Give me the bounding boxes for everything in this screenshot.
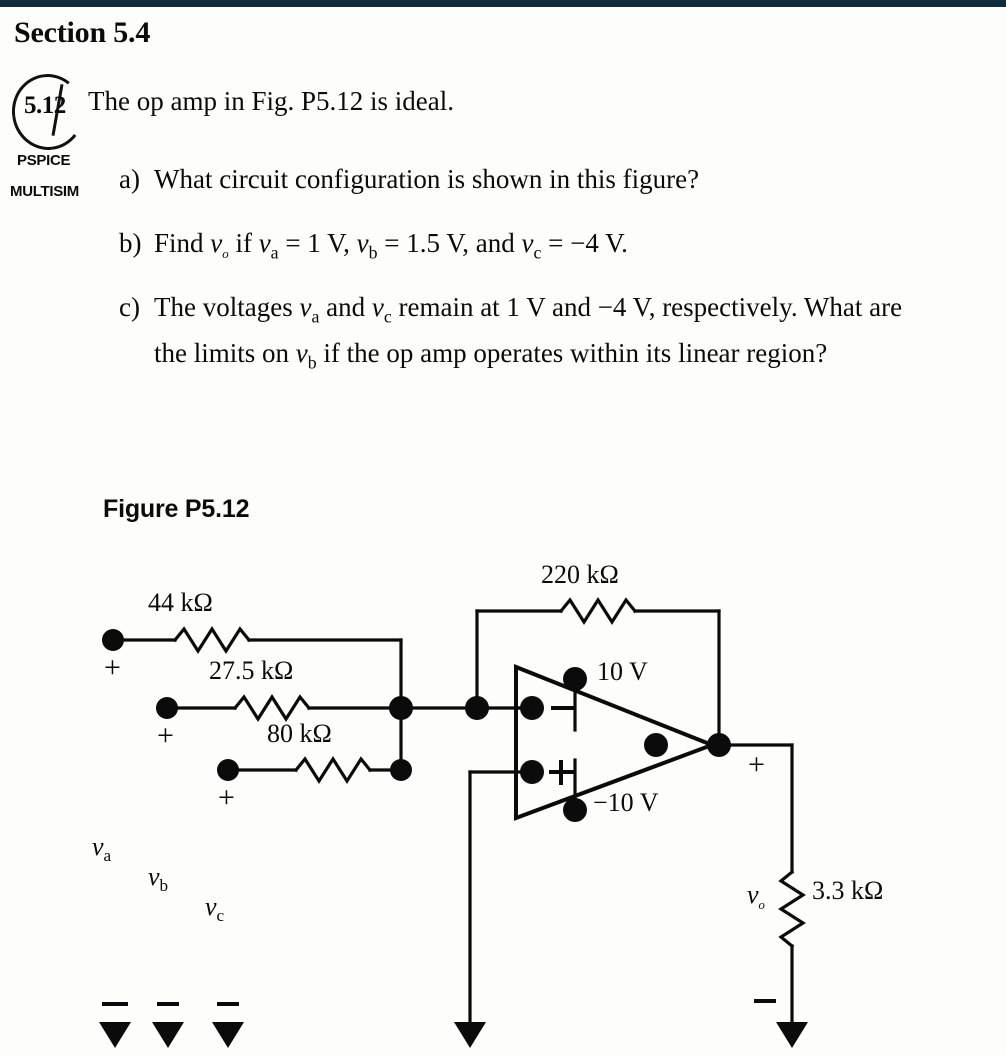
- resistor-275k-zigzag: [232, 694, 312, 722]
- node-dot-noninverting-input: [520, 760, 544, 784]
- resistor-label-27.5k: 27.5 kΩ: [209, 656, 294, 685]
- node-dot-negative-supply: [563, 798, 587, 822]
- resistor-label-220k: 220 kΩ: [541, 560, 619, 589]
- ground-arrow-load: [776, 1022, 808, 1048]
- resistor-label-44k: 44 kΩ: [148, 588, 213, 617]
- node-dot-inverting-input: [520, 696, 544, 720]
- node-dot-80k-bus: [390, 759, 412, 781]
- polarity-plus-va: +: [104, 651, 121, 684]
- node-dot-va-terminal: [102, 629, 124, 651]
- resistor-label-80k: 80 kΩ: [267, 719, 332, 748]
- source-label-vb: vb: [148, 862, 169, 896]
- supply-label-positive: 10 V: [597, 657, 648, 686]
- resistor-label-3.3k: 3.3 kΩ: [812, 876, 884, 905]
- ground-arrow-va: [99, 1022, 131, 1048]
- node-dot-vb-terminal: [156, 697, 178, 719]
- ground-arrow-vb: [152, 1022, 184, 1048]
- polarity-plus-vb: +: [157, 719, 174, 752]
- node-dot-output: [707, 733, 731, 757]
- output-label-vo: vo: [747, 880, 765, 913]
- node-dot-feedback-tap: [465, 696, 489, 720]
- supply-label-negative: −10 V: [593, 788, 659, 817]
- node-dot-summing-bus: [389, 696, 413, 720]
- resistor-80k-zigzag: [293, 756, 373, 784]
- ground-arrow-opamp: [454, 1022, 486, 1048]
- node-dot-positive-supply: [563, 667, 587, 691]
- ground-arrow-vc: [212, 1022, 244, 1048]
- node-dot-vc-terminal: [217, 759, 239, 781]
- resistor-44k-zigzag: [172, 626, 252, 654]
- node-dot-opamp-output-internal: [644, 733, 668, 757]
- polarity-plus-vc: +: [218, 781, 235, 814]
- polarity-plus-vo: +: [748, 748, 765, 781]
- source-label-vc: vc: [205, 892, 225, 926]
- source-label-va: va: [92, 832, 112, 866]
- resistor-33k-zigzag: [778, 869, 806, 949]
- resistor-220k-zigzag: [558, 597, 638, 625]
- page-canvas: Section 5.4 5.12 PSPICE MULTISIM The op …: [0, 0, 1006, 1055]
